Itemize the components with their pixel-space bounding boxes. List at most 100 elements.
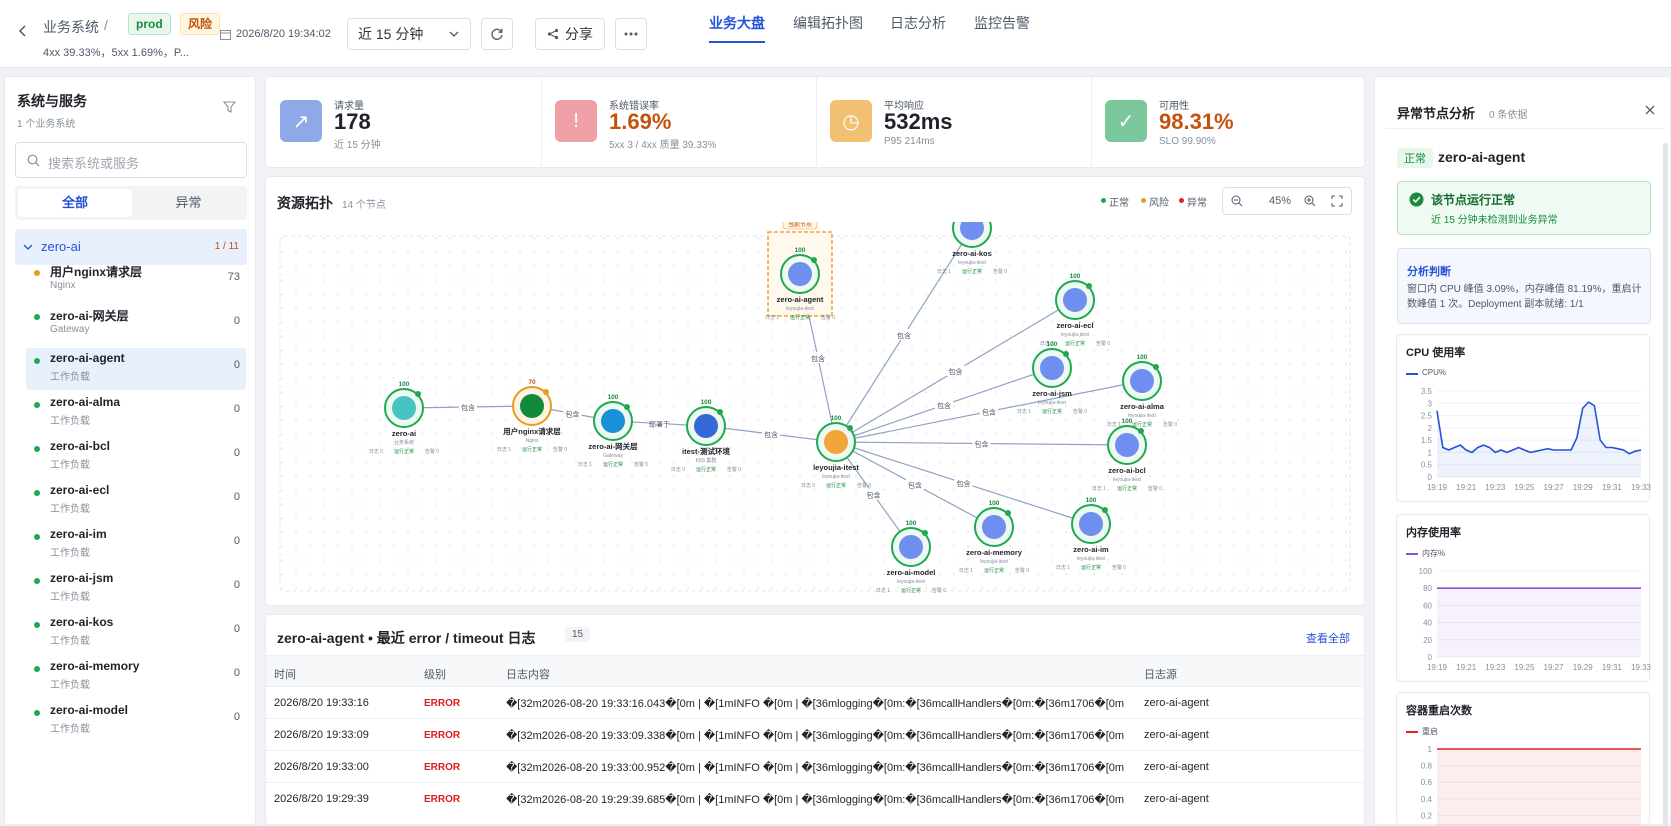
- node-icon: [601, 409, 625, 433]
- share-button[interactable]: 分享: [535, 18, 605, 50]
- node-name: zero-ai-ecl: [1056, 321, 1093, 330]
- log-level: ERROR: [424, 730, 461, 741]
- edge-label: 包含: [957, 479, 971, 488]
- tab-monitoring-alerts[interactable]: 监控告警: [974, 13, 1030, 41]
- search-input[interactable]: 搜索系统或服务: [15, 142, 247, 178]
- edge-label: 包含: [949, 367, 963, 376]
- service-type: 工作负载: [50, 548, 90, 559]
- node-meta: 日志 0: [369, 448, 383, 455]
- refresh-icon: [491, 28, 503, 40]
- zoom-in-icon[interactable]: [1304, 195, 1316, 210]
- service-count: 0: [233, 579, 240, 591]
- table-row[interactable]: 2026/8/20 19:29:39 ERROR �[32m2026-08-20 1…: [266, 782, 1363, 814]
- node-meta: 告警 0: [1015, 567, 1029, 574]
- filter-all-button[interactable]: 全部: [18, 189, 132, 217]
- service-item[interactable]: zero-ai-model 工作负载 0: [26, 700, 246, 742]
- service-name: zero-ai-bcl: [50, 439, 111, 453]
- node-score: 100: [989, 500, 1000, 507]
- node-score: 70: [528, 379, 536, 386]
- y-tick: 0.2: [1421, 811, 1433, 820]
- service-item[interactable]: zero-ai-bcl 工作负载 0: [26, 436, 246, 478]
- metric-card: CPU 使用率 CPU% 3.5 3 2.5 2 1.5 1 0.5 0 19:19 19:21 19:…: [1396, 334, 1651, 502]
- y-tick: 1.5: [1421, 436, 1433, 445]
- series-area: [1437, 749, 1641, 826]
- node-name: leyoujia-itest: [813, 463, 859, 472]
- service-count: 0: [233, 667, 240, 679]
- judgement-text: 窗口内 CPU 峰值 3.09%，内存峰值 81.19%，重启计数峰值 1 次。…: [1407, 284, 1642, 310]
- service-item[interactable]: zero-ai-agent 工作负载 0: [26, 348, 246, 390]
- x-tick: 19:23: [1485, 663, 1506, 672]
- x-tick: 19:27: [1544, 663, 1565, 672]
- service-item[interactable]: zero-ai-jsm 工作负载 0: [26, 568, 246, 610]
- scrollbar-track[interactable]: [1663, 143, 1668, 826]
- y-tick: 0: [1428, 653, 1433, 662]
- chevron-down-icon: [23, 244, 33, 250]
- filter-icon[interactable]: [222, 101, 237, 116]
- node-meta: 运行正常: [394, 448, 414, 455]
- service-type: 工作负载: [50, 592, 90, 603]
- topology-count: 14 个节点: [342, 200, 386, 211]
- kpi-value: 98.31%: [1159, 109, 1234, 134]
- y-tick: 80: [1423, 584, 1432, 593]
- close-icon[interactable]: [1645, 104, 1655, 118]
- service-count: 0: [233, 359, 240, 371]
- status-dot: [34, 358, 40, 364]
- x-tick: 19:21: [1456, 663, 1477, 672]
- breadcrumb[interactable]: 业务系统: [43, 17, 99, 37]
- table-row[interactable]: 2026/8/20 19:33:09 ERROR �[32m2026-08-20 1…: [266, 718, 1363, 750]
- status-dot: [34, 578, 40, 584]
- node-name: zero-ai-网关层: [588, 441, 638, 451]
- zoom-out-icon[interactable]: [1231, 195, 1243, 210]
- edge-label: 包含: [982, 408, 996, 417]
- status-tag: 正常: [1397, 148, 1433, 168]
- refresh-button[interactable]: [481, 18, 513, 50]
- tab-edit-topology[interactable]: 编辑拓扑图: [793, 13, 863, 41]
- share-label: 分享: [565, 26, 593, 42]
- status-dot: [34, 402, 40, 408]
- filter-abnormal-button[interactable]: 异常: [133, 189, 244, 217]
- edge-label: 包含: [867, 491, 881, 500]
- service-item[interactable]: zero-ai-im 工作负载 0: [26, 524, 246, 566]
- more-button[interactable]: [615, 18, 647, 50]
- x-tick: 19:25: [1514, 483, 1535, 492]
- y-tick: 100: [1419, 567, 1433, 576]
- view-all-link[interactable]: 查看全部: [1306, 630, 1350, 646]
- share-icon: [547, 28, 559, 40]
- edge-label: 包含: [811, 354, 825, 363]
- node-score: 100: [831, 415, 842, 422]
- chevron-down-icon: [449, 31, 459, 37]
- analysis-evidence: 0 条依据: [1489, 110, 1528, 121]
- edge-label: 包含: [937, 401, 951, 410]
- node-meta: 日志 0: [671, 466, 685, 473]
- x-tick: 19:27: [1544, 483, 1565, 492]
- col-source: 日志源: [1144, 669, 1177, 681]
- x-tick: 19:33: [1631, 483, 1651, 492]
- fullscreen-icon[interactable]: [1331, 195, 1343, 210]
- service-count: 0: [233, 447, 240, 459]
- service-item[interactable]: zero-ai-ecl 工作负载 0: [26, 480, 246, 522]
- topology-canvas[interactable]: 包含包含部署于包含包含包含包含包含包含包含包含包含包含当前节点100zero-a…: [266, 222, 1364, 605]
- time-range-select[interactable]: 近 15 分钟: [347, 18, 471, 50]
- service-item[interactable]: zero-ai-alma 工作负载 0: [26, 392, 246, 434]
- table-row[interactable]: 2026/8/20 19:33:00 ERROR �[32m2026-08-20 1…: [266, 750, 1363, 782]
- back-button[interactable]: [16, 24, 32, 40]
- status-dot: [34, 534, 40, 540]
- tab-dashboard[interactable]: 业务大盘: [709, 13, 765, 43]
- service-item[interactable]: zero-ai-网关层 Gateway 0: [26, 304, 246, 346]
- tab-log-analysis[interactable]: 日志分析: [890, 13, 946, 41]
- search-icon: [27, 154, 40, 167]
- service-item[interactable]: zero-ai-kos 工作负载 0: [26, 612, 246, 654]
- node-meta: 告警 0: [1112, 564, 1126, 571]
- ok-subtitle: 近 15 分钟未检测到业务异常: [1431, 215, 1558, 226]
- ok-title: 该节点运行正常: [1431, 193, 1516, 207]
- table-row[interactable]: 2026/8/20 19:33:16 ERROR �[32m2026-08-20 1…: [266, 686, 1363, 718]
- node-meta: 告警 0: [857, 482, 871, 489]
- service-item[interactable]: zero-ai-memory 工作负载 0: [26, 656, 246, 698]
- node-meta: 运行正常: [901, 587, 921, 594]
- node-score: 100: [1047, 341, 1058, 348]
- x-tick: 19:31: [1602, 663, 1623, 672]
- kpi-card: ! 系统错误率 1.69% 5xx 3 / 4xx 质量 39.33%: [541, 76, 815, 166]
- node-score: 100: [906, 520, 917, 527]
- kpi-sub: P95 214ms: [884, 136, 935, 147]
- service-item[interactable]: 用户nginx请求层 Nginx 73: [26, 260, 246, 302]
